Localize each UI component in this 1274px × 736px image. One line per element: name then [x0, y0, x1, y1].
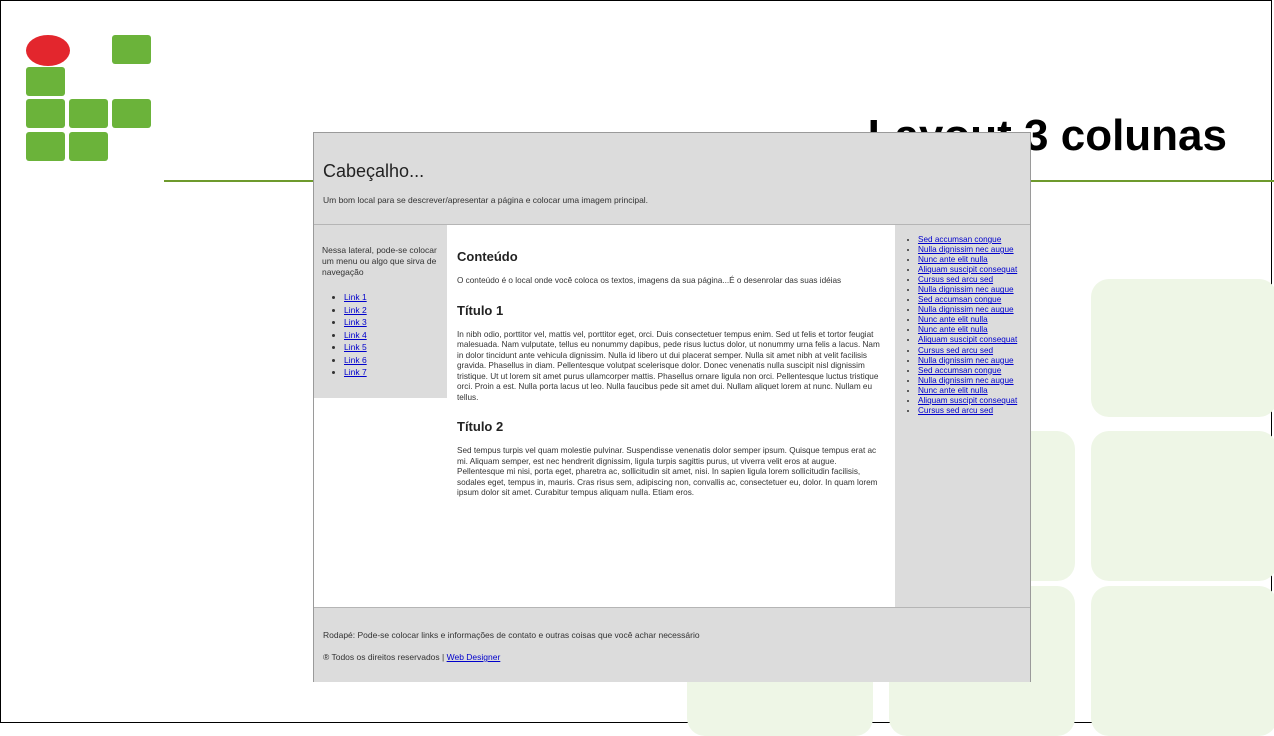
- sidebar-item: Link 2: [344, 304, 367, 317]
- logo-red-circle: [26, 35, 70, 66]
- sidebar-link-1[interactable]: Link 1: [344, 292, 367, 302]
- right-link[interactable]: Nulla dignissim nec augue: [918, 245, 1014, 254]
- right-link-list: Sed accumsan congue Nulla dignissim nec …: [895, 225, 1030, 416]
- right-link[interactable]: Nulla dignissim nec augue: [918, 356, 1014, 365]
- decorative-square: [1091, 279, 1274, 417]
- section-1-body: In nibh odio, porttitor vel, mattis vel,…: [457, 329, 880, 402]
- content-intro: O conteúdo é o local onde você coloca os…: [457, 276, 842, 285]
- right-link[interactable]: Nulla dignissim nec augue: [918, 305, 1014, 314]
- right-link[interactable]: Nunc ante elit nulla: [918, 255, 988, 264]
- right-list-item: Sed accumsan congue: [918, 366, 1030, 376]
- right-link[interactable]: Nunc ante elit nulla: [918, 386, 988, 395]
- sidebar-link-4[interactable]: Link 4: [344, 330, 367, 340]
- content-heading: Conteúdo: [457, 249, 518, 264]
- sidebar-link-7[interactable]: Link 7: [344, 367, 367, 377]
- right-link[interactable]: Sed accumsan congue: [918, 295, 1001, 304]
- decorative-square: [1091, 586, 1274, 736]
- footer-text: Rodapé: Pode-se colocar links e informaç…: [323, 630, 700, 640]
- right-list-item: Nunc ante elit nulla: [918, 386, 1030, 396]
- right-list-item: Aliquam suscipit consequat: [918, 396, 1030, 406]
- right-list-item: Nulla dignissim nec augue: [918, 305, 1030, 315]
- institution-logo: [26, 35, 156, 165]
- sidebar-link-3[interactable]: Link 3: [344, 317, 367, 327]
- right-link[interactable]: Aliquam suscipit consequat: [918, 335, 1017, 344]
- sidebar-link-2[interactable]: Link 2: [344, 305, 367, 315]
- decorative-square: [1091, 431, 1274, 581]
- right-list-item: Cursus sed arcu sed: [918, 346, 1030, 356]
- right-list-item: Cursus sed arcu sed: [918, 406, 1030, 416]
- right-list-item: Sed accumsan congue: [918, 235, 1030, 245]
- web-designer-link[interactable]: Web Designer: [447, 652, 501, 662]
- section-2-title: Título 2: [457, 419, 504, 434]
- footer-copyright-line: ® Todos os direitos reservados | Web Des…: [323, 652, 500, 662]
- logo-green-square: [26, 67, 65, 96]
- sidebar-item: Link 3: [344, 316, 367, 329]
- right-list-item: Cursus sed arcu sed: [918, 275, 1030, 285]
- right-sidebar: Sed accumsan congue Nulla dignissim nec …: [895, 225, 1030, 607]
- sidebar-link-5[interactable]: Link 5: [344, 342, 367, 352]
- sidebar-item: Link 5: [344, 341, 367, 354]
- right-list-item: Sed accumsan congue: [918, 295, 1030, 305]
- header-title: Cabeçalho...: [323, 161, 425, 181]
- right-link[interactable]: Cursus sed arcu sed: [918, 346, 993, 355]
- right-list-item: Aliquam suscipit consequat: [918, 335, 1030, 345]
- right-link[interactable]: Nulla dignissim nec augue: [918, 285, 1014, 294]
- right-link[interactable]: Aliquam suscipit consequat: [918, 396, 1017, 405]
- sidebar-intro: Nessa lateral, pode-se colocar um menu o…: [322, 245, 437, 277]
- right-link[interactable]: Cursus sed arcu sed: [918, 275, 993, 284]
- right-list-item: Nunc ante elit nulla: [918, 255, 1030, 265]
- sidebar-nav-list: Link 1 Link 2 Link 3 Link 4 Link 5 Link …: [322, 291, 367, 379]
- sidebar-item: Link 6: [344, 354, 367, 367]
- logo-green-square: [69, 132, 108, 161]
- right-link[interactable]: Cursus sed arcu sed: [918, 406, 993, 415]
- right-list-item: Aliquam suscipit consequat: [918, 265, 1030, 275]
- slide: Layout 3 colunas Cabeçalho... Um bom loc…: [0, 0, 1274, 736]
- right-list-item: Nunc ante elit nulla: [918, 325, 1030, 335]
- logo-green-square: [26, 99, 65, 128]
- sidebar-link-6[interactable]: Link 6: [344, 355, 367, 365]
- footer-copyright: ® Todos os direitos reservados |: [323, 652, 447, 662]
- right-link[interactable]: Nulla dignissim nec augue: [918, 376, 1014, 385]
- logo-green-square: [26, 132, 65, 161]
- logo-green-square: [112, 99, 151, 128]
- main-content: Conteúdo O conteúdo é o local onde você …: [457, 233, 882, 499]
- sidebar-item: Link 4: [344, 329, 367, 342]
- layout-screenshot: Cabeçalho... Um bom local para se descre…: [313, 132, 1031, 682]
- right-link[interactable]: Nunc ante elit nulla: [918, 325, 988, 334]
- logo-green-square: [69, 99, 108, 128]
- page-footer: Rodapé: Pode-se colocar links e informaç…: [314, 607, 1030, 682]
- right-list-item: Nulla dignissim nec augue: [918, 285, 1030, 295]
- right-list-item: Nulla dignissim nec augue: [918, 376, 1030, 386]
- right-link[interactable]: Nunc ante elit nulla: [918, 315, 988, 324]
- sidebar-item: Link 1: [344, 291, 367, 304]
- right-link[interactable]: Aliquam suscipit consequat: [918, 265, 1017, 274]
- right-list-item: Nunc ante elit nulla: [918, 315, 1030, 325]
- section-1-title: Título 1: [457, 302, 504, 318]
- right-link[interactable]: Sed accumsan congue: [918, 235, 1001, 244]
- right-list-item: Nulla dignissim nec augue: [918, 245, 1030, 255]
- page-header: Cabeçalho... Um bom local para se descre…: [314, 133, 1030, 225]
- left-sidebar: Nessa lateral, pode-se colocar um menu o…: [314, 225, 447, 398]
- header-subtitle: Um bom local para se descrever/apresenta…: [323, 195, 649, 205]
- logo-green-square: [112, 35, 151, 64]
- section-2-body: Sed tempus turpis vel quam molestie pulv…: [457, 446, 878, 497]
- sidebar-item: Link 7: [344, 366, 367, 379]
- right-link[interactable]: Sed accumsan congue: [918, 366, 1001, 375]
- right-list-item: Nulla dignissim nec augue: [918, 356, 1030, 366]
